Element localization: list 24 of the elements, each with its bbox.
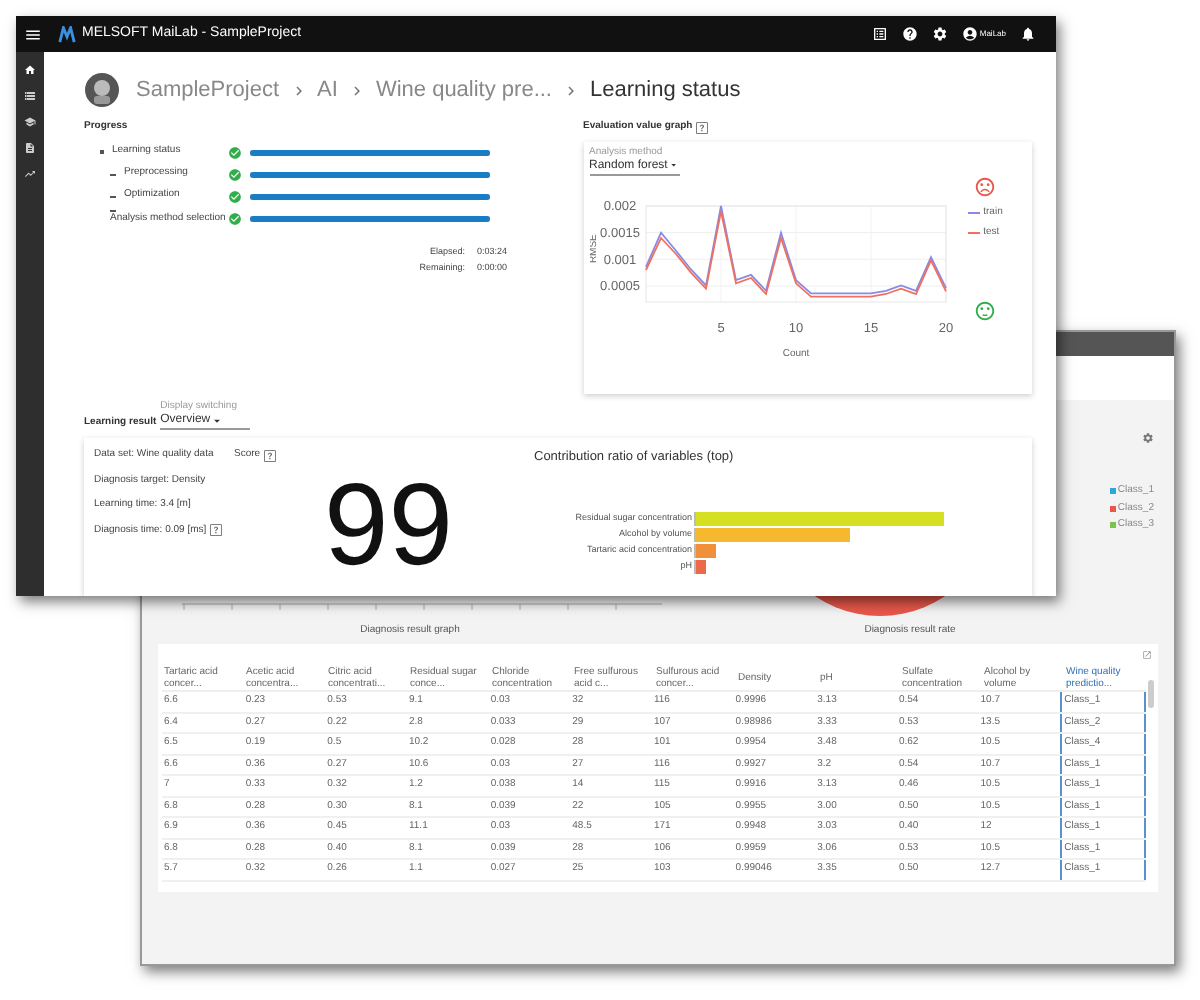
- settings-icon[interactable]: [931, 26, 948, 42]
- chevron-icon: [562, 81, 580, 99]
- sad-face-icon: [974, 175, 996, 197]
- page-title: Learning status: [590, 75, 741, 106]
- menu-icon[interactable]: [24, 25, 42, 43]
- trend-icon[interactable]: [24, 168, 36, 180]
- home-icon[interactable]: [24, 64, 36, 76]
- score-value: 99: [324, 467, 456, 583]
- dash-icon: [110, 209, 116, 212]
- user-icon: [961, 26, 978, 42]
- avatar-icon: [84, 72, 120, 108]
- breadcrumb-link[interactable]: Wine quality pre...: [375, 73, 552, 107]
- happy-face-icon: [974, 299, 996, 321]
- graduation-cap-icon[interactable]: [24, 116, 36, 128]
- scrollbar: [1148, 680, 1154, 708]
- document-icon[interactable]: [24, 142, 36, 154]
- bell-icon[interactable]: [1020, 26, 1036, 42]
- help-icon[interactable]: [901, 26, 918, 42]
- caret-icon: [667, 158, 679, 172]
- breadcrumb-link[interactable]: AI: [317, 73, 338, 107]
- breadcrumb-link[interactable]: SampleProject: [136, 73, 280, 107]
- database-icon[interactable]: [24, 90, 36, 102]
- logo-icon: [58, 25, 76, 43]
- list-icon[interactable]: [871, 26, 888, 42]
